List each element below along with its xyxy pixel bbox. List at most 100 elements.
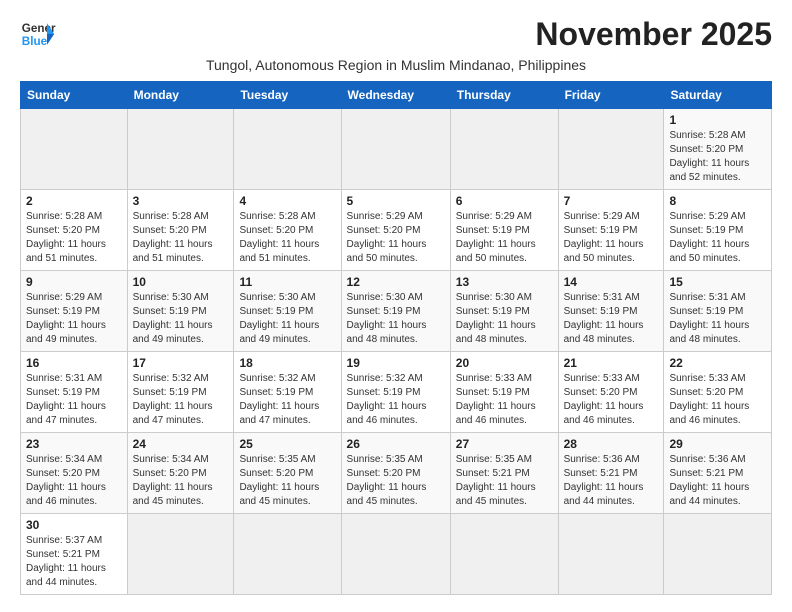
day-cell: [127, 109, 234, 190]
day-info: Sunrise: 5:31 AMSunset: 5:19 PMDaylight:…: [669, 291, 766, 347]
day-cell: 18 Sunrise: 5:32 AMSunset: 5:19 PMDayligh…: [234, 352, 341, 433]
day-number: 1: [669, 113, 766, 127]
day-info: Sunrise: 5:29 AMSunset: 5:19 PMDaylight:…: [456, 210, 553, 266]
day-cell: [558, 514, 664, 595]
day-number: 19: [347, 356, 445, 370]
day-cell: 21Sunrise: 5:33 AMSunset: 5:20 PMDayligh…: [558, 352, 664, 433]
day-number: 23: [26, 437, 122, 451]
day-cell: [234, 514, 341, 595]
day-cell: [558, 109, 664, 190]
day-number: 7: [564, 194, 659, 208]
day-cell: [127, 514, 234, 595]
day-info: Sunrise: 5:32 AMSunset: 5:19 PMDaylight:…: [347, 372, 445, 428]
day-number: 30: [26, 518, 122, 532]
day-cell: 5 Sunrise: 5:29 AMSunset: 5:20 PMDaylight…: [341, 190, 450, 271]
day-number: 29: [669, 437, 766, 451]
day-cell: 19 Sunrise: 5:32 AMSunset: 5:19 PMDayligh…: [341, 352, 450, 433]
weekday-header-thursday: Thursday: [450, 82, 558, 109]
week-row-6: 30 Sunrise: 5:37 AMSunset: 5:21 PMDayligh…: [21, 514, 772, 595]
day-cell: 3 Sunrise: 5:28 AMSunset: 5:20 PMDaylight…: [127, 190, 234, 271]
day-cell: [341, 514, 450, 595]
day-cell: 23Sunrise: 5:34 AMSunset: 5:20 PMDayligh…: [21, 433, 128, 514]
weekday-header-saturday: Saturday: [664, 82, 772, 109]
day-info: Sunrise: 5:28 AMSunset: 5:20 PMDaylight:…: [239, 210, 335, 266]
day-cell: 20Sunrise: 5:33 AMSunset: 5:19 PMDayligh…: [450, 352, 558, 433]
day-info: Sunrise: 5:34 AMSunset: 5:20 PMDaylight:…: [133, 453, 229, 509]
day-cell: [450, 514, 558, 595]
day-number: 13: [456, 275, 553, 289]
week-row-5: 23 Sunrise: 5:34 AMSunset: 5:20 PMDayligh…: [21, 433, 772, 514]
day-cell: 27 Sunrise: 5:35 AMSunset: 5:21 PMDayligh…: [450, 433, 558, 514]
weekday-header-sunday: Sunday: [21, 82, 128, 109]
week-row-1: 1Sunrise: 5:28 AMSunset: 5:20 PMDaylight…: [21, 109, 772, 190]
day-cell: 6 Sunrise: 5:29 AMSunset: 5:19 PMDaylight…: [450, 190, 558, 271]
day-cell: 12 Sunrise: 5:30 AMSunset: 5:19 PMDayligh…: [341, 271, 450, 352]
day-cell: 10Sunrise: 5:30 AMSunset: 5:19 PMDayligh…: [127, 271, 234, 352]
day-number: 8: [669, 194, 766, 208]
day-info: Sunrise: 5:37 AMSunset: 5:21 PMDaylight:…: [26, 534, 122, 590]
day-cell: [21, 109, 128, 190]
day-number: 22: [669, 356, 766, 370]
day-info: Sunrise: 5:30 AMSunset: 5:19 PMDaylight:…: [456, 291, 553, 347]
day-number: 9: [26, 275, 122, 289]
day-info: Sunrise: 5:36 AMSunset: 5:21 PMDaylight:…: [669, 453, 766, 509]
day-info: Sunrise: 5:36 AMSunset: 5:21 PMDaylight:…: [564, 453, 659, 509]
day-info: Sunrise: 5:30 AMSunset: 5:19 PMDaylight:…: [347, 291, 445, 347]
day-cell: [664, 514, 772, 595]
day-info: Sunrise: 5:30 AMSunset: 5:19 PMDaylight:…: [239, 291, 335, 347]
day-cell: 28 Sunrise: 5:36 AMSunset: 5:21 PMDayligh…: [558, 433, 664, 514]
day-cell: 30 Sunrise: 5:37 AMSunset: 5:21 PMDayligh…: [21, 514, 128, 595]
day-cell: [341, 109, 450, 190]
weekday-header-row: SundayMondayTuesdayWednesdayThursdayFrid…: [21, 82, 772, 109]
day-number: 10: [133, 275, 229, 289]
day-info: Sunrise: 5:35 AMSunset: 5:21 PMDaylight:…: [456, 453, 553, 509]
day-cell: 22Sunrise: 5:33 AMSunset: 5:20 PMDayligh…: [664, 352, 772, 433]
svg-text:Blue: Blue: [22, 35, 48, 48]
day-cell: 13 Sunrise: 5:30 AMSunset: 5:19 PMDayligh…: [450, 271, 558, 352]
day-info: Sunrise: 5:29 AMSunset: 5:20 PMDaylight:…: [347, 210, 445, 266]
day-number: 5: [347, 194, 445, 208]
day-cell: 29 Sunrise: 5:36 AMSunset: 5:21 PMDayligh…: [664, 433, 772, 514]
week-row-3: 9 Sunrise: 5:29 AMSunset: 5:19 PMDaylight…: [21, 271, 772, 352]
weekday-header-friday: Friday: [558, 82, 664, 109]
day-number: 26: [347, 437, 445, 451]
day-cell: 17Sunrise: 5:32 AMSunset: 5:19 PMDayligh…: [127, 352, 234, 433]
day-info: Sunrise: 5:29 AMSunset: 5:19 PMDaylight:…: [669, 210, 766, 266]
day-number: 4: [239, 194, 335, 208]
logo: General Blue: [20, 16, 56, 52]
day-info: Sunrise: 5:33 AMSunset: 5:20 PMDaylight:…: [564, 372, 659, 428]
day-info: Sunrise: 5:32 AMSunset: 5:19 PMDaylight:…: [239, 372, 335, 428]
day-number: 12: [347, 275, 445, 289]
day-number: 28: [564, 437, 659, 451]
header: General Blue November 2025: [20, 16, 772, 53]
day-cell: 2 Sunrise: 5:28 AMSunset: 5:20 PMDaylight…: [21, 190, 128, 271]
weekday-header-wednesday: Wednesday: [341, 82, 450, 109]
weekday-header-tuesday: Tuesday: [234, 82, 341, 109]
day-cell: [450, 109, 558, 190]
day-number: 20: [456, 356, 553, 370]
day-number: 3: [133, 194, 229, 208]
day-info: Sunrise: 5:28 AMSunset: 5:20 PMDaylight:…: [133, 210, 229, 266]
day-number: 27: [456, 437, 553, 451]
day-cell: 25 Sunrise: 5:35 AMSunset: 5:20 PMDayligh…: [234, 433, 341, 514]
day-number: 16: [26, 356, 122, 370]
day-number: 2: [26, 194, 122, 208]
week-row-4: 16Sunrise: 5:31 AMSunset: 5:19 PMDayligh…: [21, 352, 772, 433]
subtitle: Tungol, Autonomous Region in Muslim Mind…: [20, 57, 772, 73]
day-info: Sunrise: 5:28 AMSunset: 5:20 PMDaylight:…: [26, 210, 122, 266]
day-info: Sunrise: 5:29 AMSunset: 5:19 PMDaylight:…: [26, 291, 122, 347]
day-info: Sunrise: 5:29 AMSunset: 5:19 PMDaylight:…: [564, 210, 659, 266]
calendar-table: SundayMondayTuesdayWednesdayThursdayFrid…: [20, 81, 772, 595]
day-number: 6: [456, 194, 553, 208]
day-cell: 16Sunrise: 5:31 AMSunset: 5:19 PMDayligh…: [21, 352, 128, 433]
day-cell: 26Sunrise: 5:35 AMSunset: 5:20 PMDayligh…: [341, 433, 450, 514]
day-info: Sunrise: 5:35 AMSunset: 5:20 PMDaylight:…: [239, 453, 335, 509]
weekday-header-monday: Monday: [127, 82, 234, 109]
logo-icon: General Blue: [20, 16, 56, 52]
day-number: 24: [133, 437, 229, 451]
day-number: 25: [239, 437, 335, 451]
day-cell: 8 Sunrise: 5:29 AMSunset: 5:19 PMDaylight…: [664, 190, 772, 271]
day-number: 18: [239, 356, 335, 370]
day-number: 17: [133, 356, 229, 370]
day-number: 15: [669, 275, 766, 289]
